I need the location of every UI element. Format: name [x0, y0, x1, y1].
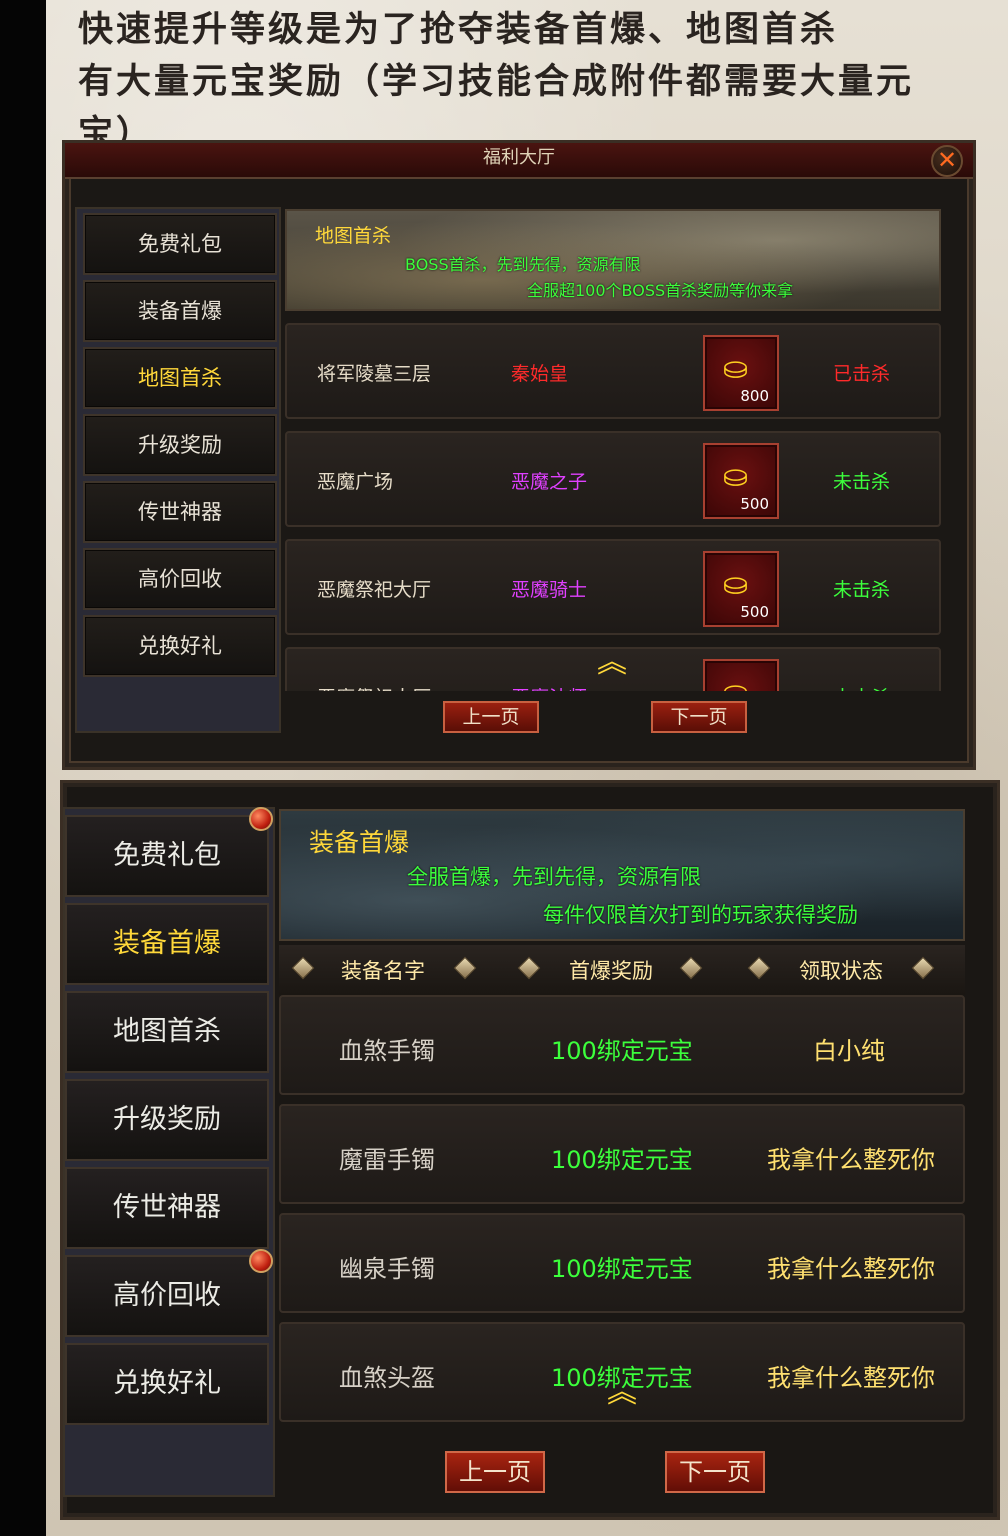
list-item: 将军陵墓三层 秦始皇 ⛀ 800 已击杀	[285, 323, 941, 419]
next-page-button[interactable]: 下一页	[665, 1451, 765, 1493]
gold-ingot-icon: ⛀	[723, 459, 749, 494]
boss-name: 秦始皇	[511, 363, 569, 385]
drop-reward: 100绑定元宝	[551, 1146, 693, 1174]
boss-name: 恶魔法师	[511, 683, 587, 691]
kill-status: 未击杀	[833, 471, 891, 493]
sidebar-item-level-reward[interactable]: 升级奖励	[65, 1079, 269, 1161]
close-icon: ✕	[936, 146, 958, 174]
equip-name: 魔雷手镯	[339, 1146, 435, 1174]
table-row: 魔雷手镯 100绑定元宝 我拿什么整死你	[279, 1104, 965, 1204]
claim-status: 我拿什么整死你	[767, 1364, 935, 1392]
welfare-hall-panel: 福利大厅 ✕ 免费礼包 装备首爆 地图首杀 升级奖励 传世神器 高价回收 兑换好…	[62, 140, 976, 770]
drop-reward: 100绑定元宝	[551, 1255, 693, 1283]
sidebar-item-map-first-kill[interactable]: 地图首杀	[83, 347, 277, 409]
diamond-icon	[453, 956, 477, 980]
scroll-up-icon[interactable]: ︽	[597, 648, 627, 678]
sidebar-item-free-gift[interactable]: 免费礼包	[65, 815, 269, 897]
sidebar-item-exchange-gift[interactable]: 兑换好礼	[65, 1343, 269, 1425]
diamond-icon	[517, 956, 541, 980]
kill-status: 未击杀	[833, 683, 890, 691]
prev-page-button[interactable]: 上一页	[443, 701, 539, 733]
banner-title: 装备首爆	[309, 828, 410, 857]
sidebar-item-level-reward[interactable]: 升级奖励	[83, 414, 277, 476]
column-header-reward: 首爆奖励	[569, 959, 653, 983]
equip-first-drop-panel: 免费礼包 装备首爆 地图首杀 升级奖励 传世神器 高价回收 兑换好礼 装备首爆 …	[60, 780, 1000, 1520]
equip-name: 血煞头盔	[339, 1364, 435, 1392]
banner-title: 地图首杀	[315, 225, 392, 247]
diamond-icon	[747, 956, 771, 980]
sidebar: 免费礼包 装备首爆 地图首杀 升级奖励 传世神器 高价回收 兑换好礼	[63, 807, 275, 1497]
column-header-equip-name: 装备名字	[341, 959, 425, 983]
boss-name: 恶魔之子	[511, 471, 588, 493]
sidebar-item-legend-artifact[interactable]: 传世神器	[65, 1167, 269, 1249]
prev-page-button[interactable]: 上一页	[445, 1451, 545, 1493]
claim-status: 我拿什么整死你	[767, 1255, 935, 1283]
map-kill-list: 将军陵墓三层 秦始皇 ⛀ 800 已击杀 恶魔广场 恶魔之子 ⛀ 500 未击杀…	[285, 323, 941, 691]
reward-slot[interactable]: ⛀ 500	[703, 659, 779, 691]
map-first-kill-banner: 地图首杀 BOSS首杀，先到先得，资源有限 全服超100个BOSS首杀奖励等你来…	[285, 209, 941, 311]
sidebar-item-recycle[interactable]: 高价回收	[83, 548, 277, 610]
scroll-up-icon[interactable]: ︽	[607, 1378, 637, 1408]
sidebar-item-exchange-gift[interactable]: 兑换好礼	[83, 615, 277, 677]
reward-slot[interactable]: ⛀ 500	[703, 551, 779, 627]
reward-amount: 500	[740, 495, 769, 513]
gold-ingot-icon: ⛀	[723, 351, 749, 386]
left-black-strip	[0, 0, 46, 1536]
equip-name: 血煞手镯	[339, 1037, 435, 1065]
banner-line-2: 全服超100个BOSS首杀奖励等你来拿	[527, 281, 794, 300]
table-row: 血煞手镯 100绑定元宝 白小纯	[279, 995, 965, 1095]
reward-amount: 500	[740, 603, 769, 621]
kill-status: 未击杀	[833, 579, 891, 601]
sidebar-item-equip-first-drop[interactable]: 装备首爆	[83, 280, 277, 342]
sidebar-item-legend-artifact[interactable]: 传世神器	[83, 481, 277, 543]
intro-caption: 快速提升等级是为了抢夺装备首爆、地图首杀 有大量元宝奖励（学习技能合成附件都需要…	[78, 4, 1008, 160]
reward-slot[interactable]: ⛀ 800	[703, 335, 779, 411]
claim-status: 白小纯	[813, 1037, 885, 1065]
sidebar-item-free-gift[interactable]: 免费礼包	[83, 213, 277, 275]
notification-dot	[249, 1249, 273, 1273]
notification-dot	[249, 807, 273, 831]
map-name: 恶魔广场	[317, 471, 394, 493]
diamond-icon	[291, 956, 315, 980]
map-name: 恶魔祭祀大厅	[317, 683, 431, 691]
gold-ingot-icon: ⛀	[723, 567, 749, 602]
table-row: 幽泉手镯 100绑定元宝 我拿什么整死你	[279, 1213, 965, 1313]
column-header-status: 领取状态	[799, 959, 883, 983]
reward-amount: 800	[740, 387, 769, 405]
equip-name: 幽泉手镯	[339, 1255, 435, 1283]
panel-title: 福利大厅	[483, 147, 555, 168]
banner-line-2: 每件仅限首次打到的玩家获得奖励	[543, 903, 858, 927]
list-item: 恶魔祭祀大厅 恶魔骑士 ⛀ 500 未击杀	[285, 539, 941, 635]
gold-ingot-icon: ⛀	[723, 675, 748, 691]
next-page-button[interactable]: 下一页	[651, 701, 747, 733]
sidebar-item-map-first-kill[interactable]: 地图首杀	[65, 991, 269, 1073]
equip-first-drop-banner: 装备首爆 全服首爆，先到先得，资源有限 每件仅限首次打到的玩家获得奖励	[279, 809, 965, 941]
sidebar-item-recycle[interactable]: 高价回收	[65, 1255, 269, 1337]
list-item: 恶魔广场 恶魔之子 ⛀ 500 未击杀	[285, 431, 941, 527]
banner-line-1: 全服首爆，先到先得，资源有限	[407, 865, 701, 889]
claim-status: 我拿什么整死你	[767, 1146, 935, 1174]
diamond-icon	[679, 956, 703, 980]
drop-reward: 100绑定元宝	[551, 1037, 693, 1065]
reward-slot[interactable]: ⛀ 500	[703, 443, 779, 519]
table-header: 装备名字 首爆奖励 领取状态	[279, 945, 965, 995]
map-name: 恶魔祭祀大厅	[317, 579, 432, 601]
boss-name: 恶魔骑士	[511, 579, 588, 601]
close-button[interactable]: ✕	[931, 145, 963, 177]
kill-status: 已击杀	[833, 363, 891, 385]
intro-line-1: 快速提升等级是为了抢夺装备首爆、地图首杀	[78, 9, 839, 50]
map-name: 将军陵墓三层	[317, 363, 432, 385]
sidebar: 免费礼包 装备首爆 地图首杀 升级奖励 传世神器 高价回收 兑换好礼	[75, 207, 281, 733]
diamond-icon	[911, 956, 935, 980]
sidebar-item-equip-first-drop[interactable]: 装备首爆	[65, 903, 269, 985]
intro-line-2: 有大量元宝奖励（学习技能合成附件都需要大量元	[78, 61, 915, 102]
panel-titlebar: 福利大厅	[65, 143, 973, 179]
banner-line-1: BOSS首杀，先到先得，资源有限	[405, 255, 641, 274]
